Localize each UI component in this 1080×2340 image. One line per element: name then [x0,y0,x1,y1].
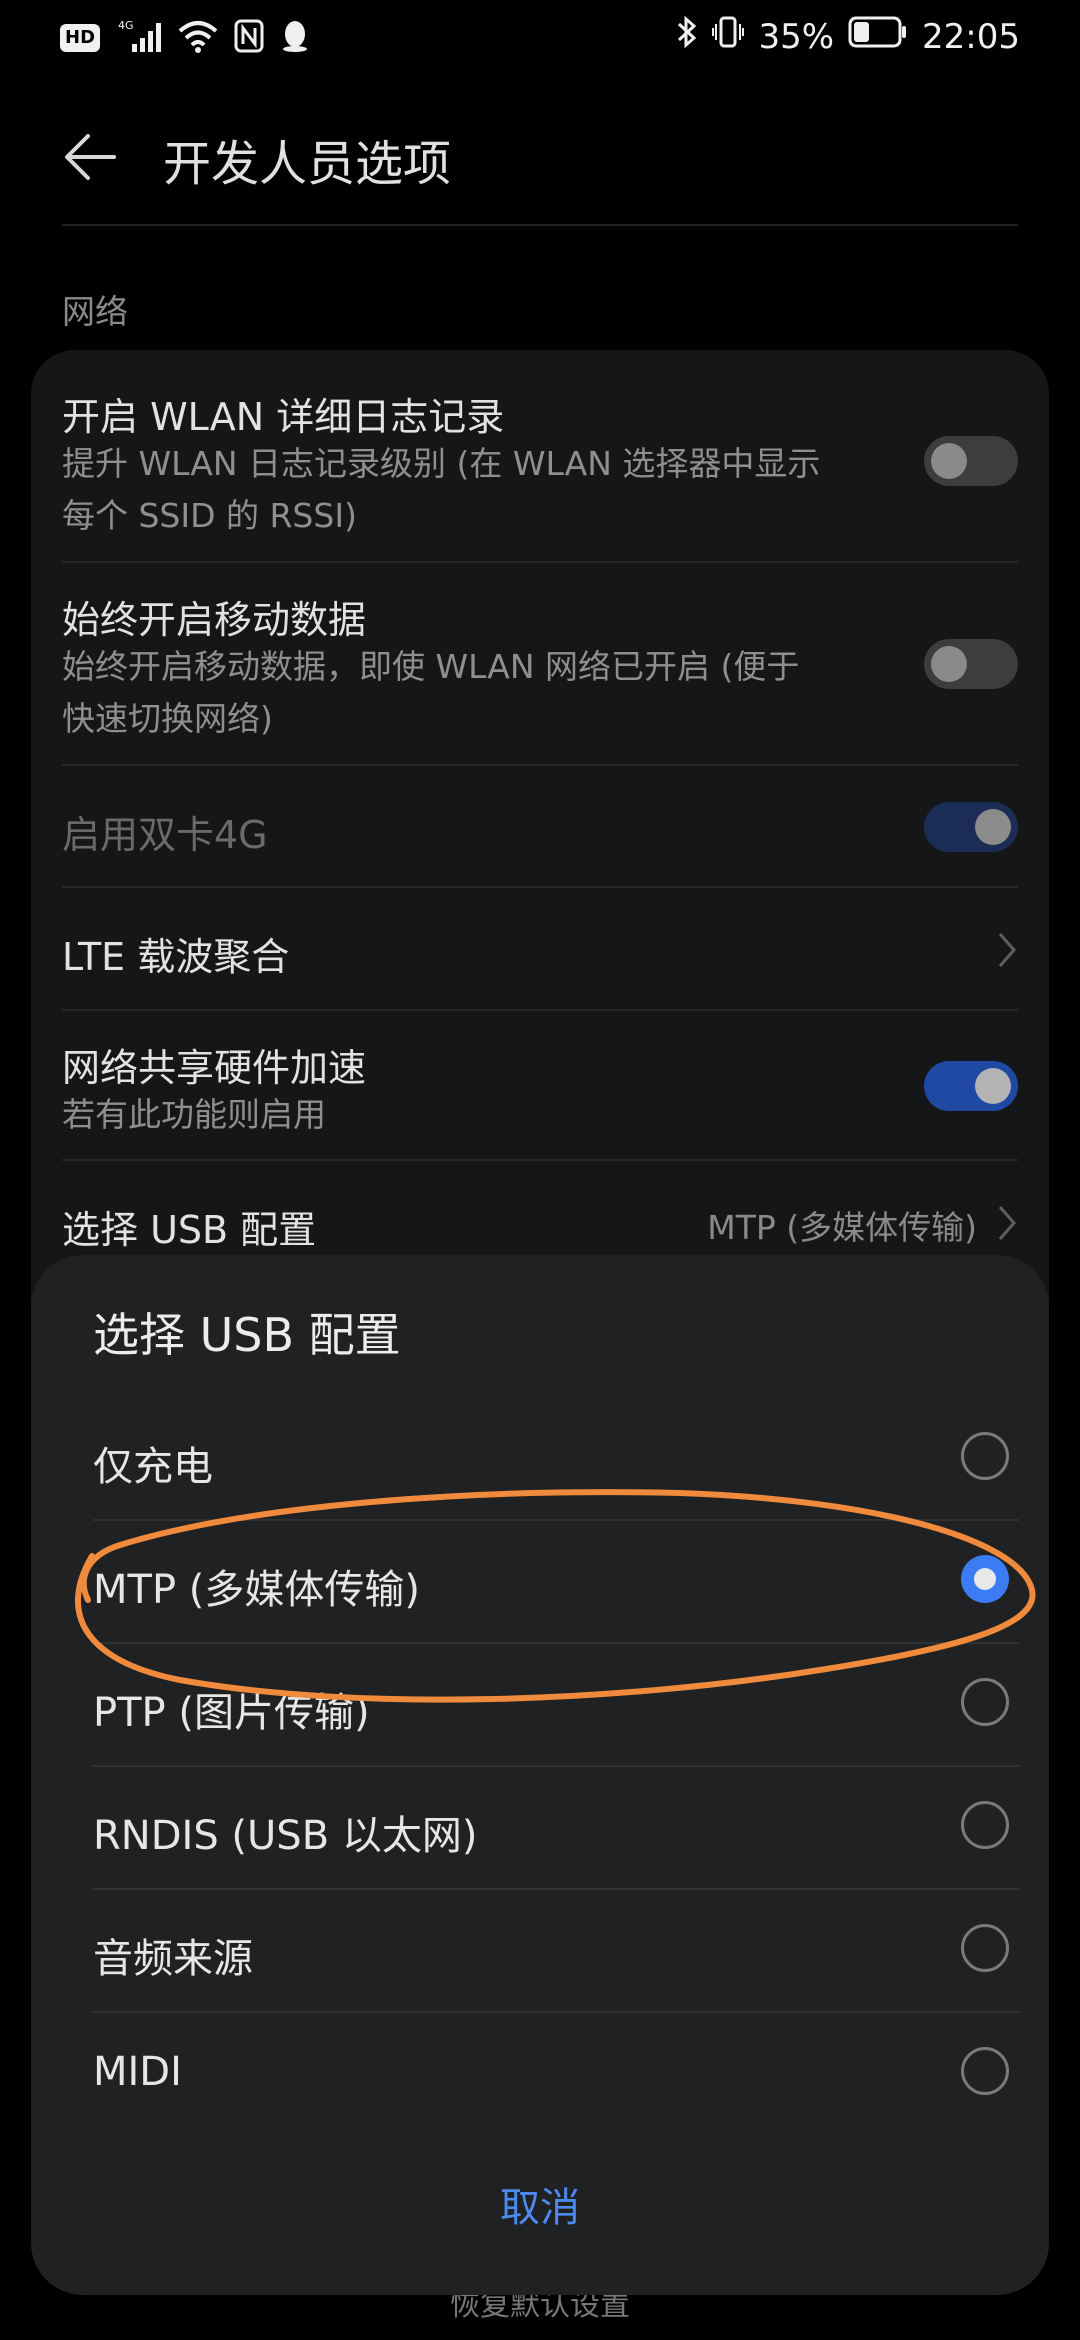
option-label: PTP (图片传输) [93,1690,370,1736]
signal-icon: 4G [116,18,162,58]
hd-icon: HD [60,24,101,52]
status-bar: HD 4G 35% 22:05 [0,0,1080,80]
setting-title: 开启 WLAN 详细日志记录 [62,395,505,439]
radio-button[interactable] [961,2047,1009,2095]
cancel-button[interactable]: 取消 [31,2175,1049,2233]
setting-subtitle-line1: 提升 WLAN 日志记录级别 (在 WLAN 选择器中显示 [62,444,821,483]
qq-icon [280,19,310,57]
setting-title: LTE 载波聚合 [62,935,290,979]
option-midi[interactable]: MIDI [93,2013,1019,2136]
setting-lte-carrier-aggregation[interactable]: LTE 载波聚合 [31,888,1049,1011]
setting-always-on-mobile-data[interactable]: 始终开启移动数据 始终开启移动数据，即使 WLAN 网络已开启 (便于 快速切换… [31,563,1049,766]
toggle-knob [931,443,967,479]
radio-button[interactable] [961,1924,1009,1972]
option-label: RNDIS (USB 以太网) [93,1813,478,1859]
setting-title: 始终开启移动数据 [62,598,367,642]
toggle-switch[interactable] [924,436,1018,486]
toggle-switch[interactable] [924,639,1018,689]
setting-dual-sim-4g: 启用双卡4G [31,766,1049,888]
battery-icon [848,15,908,58]
setting-title: 网络共享硬件加速 [62,1046,367,1090]
setting-subtitle: 提升 WLAN 日志记录级别 (在 WLAN 选择器中显示 每个 SSID 的 … [62,438,922,542]
chevron-right-icon [998,1206,1016,1240]
setting-subtitle-line1: 始终开启移动数据，即使 WLAN 网络已开启 (便于 [62,647,800,686]
setting-subtitle-line2: 每个 SSID 的 RSSI) [62,496,357,535]
setting-value: MTP (多媒体传输) [707,1208,977,1247]
usb-config-dialog: 选择 USB 配置 仅充电 MTP (多媒体传输) PTP (图片传输) RND… [31,1255,1049,2295]
option-charge-only[interactable]: 仅充电 [93,1398,1019,1521]
option-label: 音频来源 [93,1936,253,1982]
clock: 22:05 [922,16,1020,57]
toggle-switch [924,802,1018,852]
dialog-title: 选择 USB 配置 [93,1308,401,1362]
option-audio-source[interactable]: 音频来源 [93,1890,1019,2013]
chevron-right-icon [998,933,1016,967]
option-rndis[interactable]: RNDIS (USB 以太网) [93,1767,1019,1890]
nfc-icon [234,19,264,57]
radio-button[interactable] [961,1678,1009,1726]
setting-wlan-verbose-logging[interactable]: 开启 WLAN 详细日志记录 提升 WLAN 日志记录级别 (在 WLAN 选择… [31,350,1049,563]
toggle-switch[interactable] [924,1061,1018,1111]
radio-button-selected[interactable] [961,1555,1009,1603]
network-type-label: 4G [118,19,134,32]
setting-tethering-hw-acceleration[interactable]: 网络共享硬件加速 若有此功能则启用 [31,1011,1049,1161]
option-label: MIDI [93,2049,182,2095]
vibrate-icon [712,14,745,59]
option-ptp[interactable]: PTP (图片传输) [93,1644,1019,1767]
setting-title: 选择 USB 配置 [62,1208,317,1252]
status-bar-left: HD 4G [60,18,310,58]
setting-title: 启用双卡4G [62,813,268,857]
bluetooth-icon [676,14,698,59]
section-label-network: 网络 [62,292,128,331]
option-label: MTP (多媒体传输) [93,1567,420,1613]
app-bar: 开发人员选项 [0,100,1080,220]
option-mtp[interactable]: MTP (多媒体传输) [93,1521,1019,1644]
radio-button[interactable] [961,1801,1009,1849]
setting-subtitle-line2: 快速切换网络) [62,699,273,738]
radio-button[interactable] [961,1432,1009,1480]
network-settings-card: 开启 WLAN 详细日志记录 提升 WLAN 日志记录级别 (在 WLAN 选择… [31,350,1049,1350]
option-label: 仅充电 [93,1444,213,1490]
back-button[interactable] [58,122,128,192]
setting-subtitle: 若有此功能则启用 [62,1095,326,1134]
battery-percent: 35% [758,16,835,57]
toggle-knob [975,1068,1011,1104]
wifi-icon [178,19,218,57]
toggle-knob [975,809,1011,845]
toggle-knob [931,646,967,682]
setting-subtitle: 始终开启移动数据，即使 WLAN 网络已开启 (便于 快速切换网络) [62,641,922,745]
status-bar-right: 35% 22:05 [676,14,1020,59]
page-title: 开发人员选项 [163,136,452,192]
header-divider [62,224,1018,226]
arrow-left-icon [65,134,116,180]
